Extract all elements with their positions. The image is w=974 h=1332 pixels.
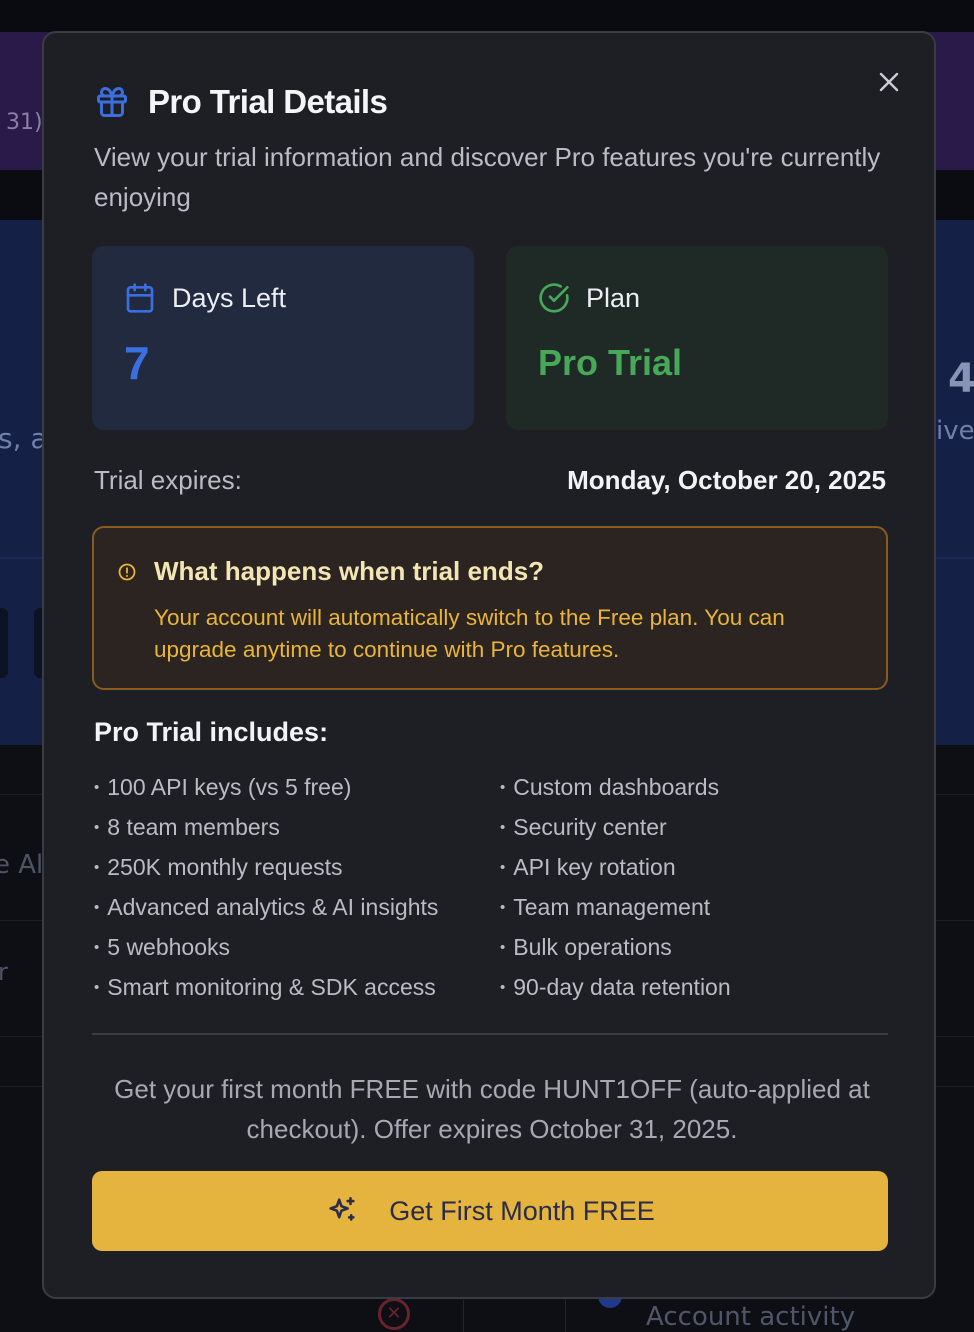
plan-value: Pro Trial	[538, 342, 683, 383]
background-separator	[565, 1300, 566, 1332]
background-hero-caption: ive	[936, 416, 974, 446]
modal-title: Pro Trial Details	[148, 83, 388, 120]
sparkles-icon	[329, 1196, 355, 1221]
background-separator	[463, 1300, 464, 1332]
feature-item: • 100 API keys (vs 5 free)	[94, 774, 352, 800]
feature-item: • 90-day data retention	[500, 974, 731, 1000]
background-activity-label: Account activity	[646, 1302, 856, 1332]
trial-end-notice: What happens when trial ends? Your accou…	[92, 526, 888, 690]
feature-item: • 5 webhooks	[94, 934, 231, 960]
feature-item: • 8 team members	[94, 814, 280, 840]
feature-item: • Smart monitoring & SDK access	[94, 974, 436, 1000]
days-left-label: Days Left	[172, 282, 287, 313]
promo-text: Get your first month FREE with code HUNT…	[114, 1074, 870, 1144]
feature-item: • Team management	[500, 894, 711, 920]
notice-text: Your account will automatically switch t…	[154, 605, 785, 662]
check-circle-icon	[539, 283, 569, 313]
background-row-text: r	[0, 958, 8, 986]
cta-label: Get First Month FREE	[389, 1195, 655, 1226]
get-first-month-free-button[interactable]: Get First Month FREE	[92, 1171, 888, 1251]
feature-list-right: • Custom dashboards • Security center • API…	[500, 771, 731, 1011]
notice-title: What happens when trial ends?	[154, 556, 545, 586]
feature-item: • Security center	[500, 814, 667, 840]
trial-expires-label: Trial expires:	[94, 465, 242, 495]
feature-item: • Bulk operations	[500, 934, 672, 960]
pro-trial-modal: Pro Trial Details View your trial inform…	[42, 31, 936, 1299]
gift-icon	[97, 87, 127, 117]
modal-subtitle: View your trial information and discover…	[94, 142, 881, 212]
close-icon	[879, 72, 899, 92]
background-error-icon: ✕	[378, 1298, 410, 1330]
days-left-value: 7	[124, 337, 150, 389]
section-divider	[92, 1033, 888, 1035]
background-topbar	[0, 0, 974, 32]
trial-expires-date: Monday, October 20, 2025	[567, 465, 886, 495]
plan-card: Plan Pro Trial	[506, 246, 888, 430]
alert-circle-icon	[118, 563, 136, 581]
feature-item: • Advanced analytics & AI insights	[94, 894, 439, 920]
feature-list-left: • 100 API keys (vs 5 free) • 8 team member…	[94, 771, 438, 1011]
background-hero-number: 4	[948, 356, 974, 402]
close-button[interactable]	[874, 67, 904, 97]
calendar-icon	[126, 283, 154, 313]
feature-item: • API key rotation	[500, 854, 676, 880]
background-chip	[0, 608, 8, 678]
background-banner-text: 31)	[6, 110, 43, 135]
feature-item: • 250K monthly requests	[94, 854, 343, 880]
plan-label: Plan	[586, 282, 641, 313]
feature-item: • Custom dashboards	[500, 774, 720, 800]
days-left-card: Days Left 7	[92, 246, 474, 430]
modal-header: Pro Trial Details	[94, 83, 388, 121]
includes-heading: Pro Trial includes:	[94, 717, 329, 747]
background-hero-text: s, a	[0, 422, 48, 455]
